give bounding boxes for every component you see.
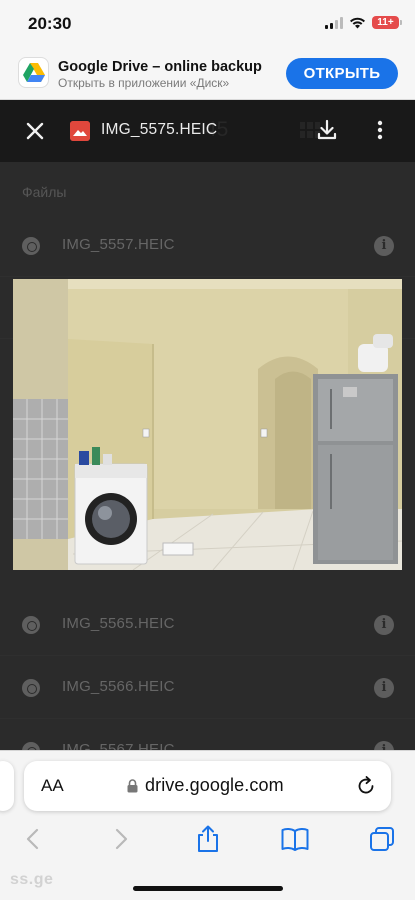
book-icon[interactable] [280,824,310,854]
more-vert-icon[interactable] [367,117,393,143]
files-section-label: Файлы [22,184,67,200]
safari-bottom-bar: AA drive.google.com ss.ge [0,750,415,900]
photo-file-icon [22,679,40,697]
text-size-label: AA [41,776,64,795]
app-banner-subtitle: Открыть в приложении «Диск» [58,76,230,90]
chevron-left-icon[interactable] [18,824,48,854]
previous-tab-peek[interactable] [0,761,14,811]
screen: 20:30 11+ Google Drive – online backup О… [0,0,415,900]
open-app-button[interactable]: ОТКРЫТЬ [286,58,398,89]
tabs-icon[interactable] [367,824,397,854]
address-bar[interactable]: AA drive.google.com [24,761,391,811]
room-photo-illustration [13,279,402,570]
info-icon[interactable]: i [374,615,394,635]
chevron-right-icon[interactable] [106,824,136,854]
smart-app-banner: Google Drive – online backup Открыть в п… [0,48,415,100]
info-icon[interactable]: i [374,678,394,698]
photo-file-icon [22,237,40,255]
image-file-icon [70,121,90,141]
text-size-button[interactable]: AA [41,776,64,796]
file-name: IMG_5565.HEIC [62,615,175,632]
cellular-signal-icon [325,16,343,29]
watermark: ss.ge [10,871,54,888]
file-name: IMG_5557.HEIC [62,236,175,253]
google-drive-app-icon [18,57,49,88]
viewer-file-name: IMG_5575.HEIC [101,121,218,138]
file-name: IMG_5566.HEIC [62,678,175,695]
file-row[interactable]: IMG_5566.HEIC i [0,657,415,719]
info-icon[interactable]: i [374,236,394,256]
file-row[interactable]: IMG_5557.HEIC i [0,215,415,277]
status-bar: 20:30 11+ [0,0,415,48]
status-time: 20:30 [28,14,72,33]
image-viewer-toolbar: IMG_5575.HEIC [0,100,415,162]
url-text: drive.google.com [145,775,284,795]
lock-icon [127,779,138,793]
status-indicators: 11+ [325,16,402,29]
app-banner-title: Google Drive – online backup [58,59,262,75]
close-icon[interactable] [22,118,48,144]
home-indicator [133,886,283,891]
battery-indicator: 11+ [372,16,402,29]
share-icon[interactable] [193,824,223,854]
reload-icon[interactable] [355,775,377,797]
download-icon[interactable] [314,117,340,143]
photo-preview[interactable] [13,279,402,570]
wifi-icon [350,17,365,29]
file-row[interactable]: IMG_5565.HEIC i [0,594,415,656]
photo-file-icon [22,616,40,634]
